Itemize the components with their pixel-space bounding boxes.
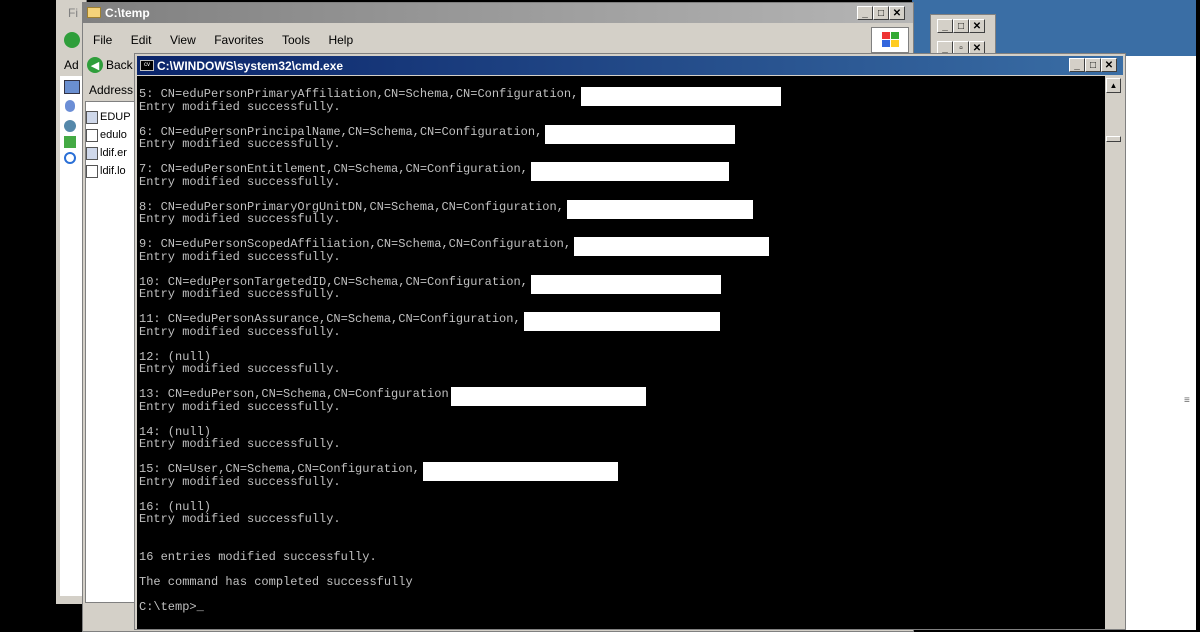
console-line: 16 entries modified successfully. <box>139 549 1105 564</box>
back-button[interactable]: ◀ Back <box>87 55 133 75</box>
windows-logo-icon <box>871 27 909 53</box>
desktop-right-panel <box>1126 56 1196 630</box>
console-line: Entry modified successfully. <box>139 174 1105 189</box>
close-button[interactable]: ✕ <box>889 6 905 20</box>
explorer-title: C:\temp <box>105 6 150 20</box>
file-icon <box>86 128 98 142</box>
network-icon <box>64 120 76 132</box>
menu-tools[interactable]: Tools <box>282 33 310 47</box>
console-line-text: Entry modified successfully. <box>139 362 341 376</box>
scroll-thumb[interactable] <box>1106 136 1121 142</box>
explorer-title-bar[interactable]: C:\temp _ □ ✕ <box>83 3 913 23</box>
folder-icon <box>87 7 101 18</box>
console-icon: cv <box>140 60 154 71</box>
console-line: Entry modified successfully. <box>139 138 1105 151</box>
right-gripper: ≡ <box>1184 395 1190 406</box>
console-line-text: The command has completed successfully <box>139 574 413 589</box>
console-line-text: Entry modified successfully. <box>139 174 341 189</box>
console-line: Entry modified successfully. <box>139 399 1105 414</box>
list-item[interactable]: edulo <box>86 126 136 144</box>
list-item[interactable]: ldif.lo <box>86 162 136 180</box>
console-line-text: Entry modified successfully. <box>139 474 341 489</box>
console-line: C:\temp>_ <box>139 599 1105 614</box>
menu-fragment: Fi <box>68 6 78 20</box>
console-line-text: Entry modified successfully. <box>139 212 341 226</box>
recycle-icon <box>64 136 76 148</box>
console-line: Entry modified successfully. <box>139 324 1105 339</box>
console-line: The command has completed successfully <box>139 574 1105 589</box>
desktop-right-edge <box>1196 0 1200 630</box>
cmd-title: C:\WINDOWS\system32\cmd.exe <box>157 59 344 73</box>
console-line-text: C:\temp>_ <box>139 599 204 614</box>
console-line: Entry modified successfully. <box>139 249 1105 264</box>
close-button[interactable]: ✕ <box>1101 58 1117 72</box>
menu-edit[interactable]: Edit <box>131 33 152 47</box>
menu-bar: File Edit View Favorites Tools Help <box>93 31 367 47</box>
console-line: Entry modified successfully. <box>139 363 1105 376</box>
console-line-text: Entry modified successfully. <box>139 512 341 526</box>
console-line-text: 16 entries modified successfully. <box>139 549 377 564</box>
folder-icon <box>64 80 80 94</box>
console-line-text: Entry modified successfully. <box>139 137 341 151</box>
menu-view[interactable]: View <box>170 33 196 47</box>
maximize-button[interactable]: □ <box>953 19 969 33</box>
console-line-text: Entry modified successfully. <box>139 324 341 339</box>
maximize-button[interactable]: □ <box>1085 58 1101 72</box>
console-output[interactable]: 5: CN=eduPersonPrimaryAffiliation,CN=Sch… <box>137 76 1105 629</box>
cmd-title-bar[interactable]: cv C:\WINDOWS\system32\cmd.exe _ □ ✕ <box>137 56 1123 75</box>
minimize-button[interactable]: _ <box>937 19 953 33</box>
console-line-text: Entry modified successfully. <box>139 249 341 264</box>
scroll-up-button[interactable]: ▲ <box>1106 78 1121 93</box>
vertical-scrollbar[interactable]: ▲ <box>1105 76 1123 629</box>
console-line: Entry modified successfully. <box>139 513 1105 526</box>
console-line: Entry modified successfully. <box>139 474 1105 489</box>
address-fragment: Ad <box>64 58 79 72</box>
console-line: Entry modified successfully. <box>139 213 1105 226</box>
console-line-text: Entry modified successfully. <box>139 399 341 414</box>
file-icon <box>86 146 98 160</box>
console-line: Entry modified successfully. <box>139 99 1105 114</box>
address-label: Address <box>89 83 134 97</box>
file-list-pane: EDUP edulo ldif.er ldif.lo <box>85 101 137 603</box>
cmd-window[interactable]: cv C:\WINDOWS\system32\cmd.exe _ □ ✕ 5: … <box>134 53 1126 630</box>
menu-file[interactable]: File <box>93 33 112 47</box>
console-line-text: Entry modified successfully. <box>139 437 341 451</box>
background-window-small[interactable]: _ □ ✕ _ ▫ ✕ <box>930 14 996 58</box>
menu-favorites[interactable]: Favorites <box>214 33 263 47</box>
back-label: Back <box>106 58 133 72</box>
file-icon <box>86 164 98 178</box>
back-icon[interactable] <box>64 32 80 48</box>
user-icon <box>65 100 75 112</box>
minimize-button[interactable]: _ <box>857 6 873 20</box>
back-arrow-icon: ◀ <box>87 57 103 73</box>
file-icon <box>86 110 98 124</box>
sidebar-panel <box>60 76 82 596</box>
console-line: Entry modified successfully. <box>139 438 1105 451</box>
minimize-button[interactable]: _ <box>1069 58 1085 72</box>
maximize-button[interactable]: □ <box>873 6 889 20</box>
list-item[interactable]: ldif.er <box>86 144 136 162</box>
console-line-text: Entry modified successfully. <box>139 287 341 301</box>
console-line: Entry modified successfully. <box>139 288 1105 301</box>
list-item[interactable]: EDUP <box>86 108 136 126</box>
ie-icon <box>64 152 76 164</box>
menu-help[interactable]: Help <box>328 33 353 47</box>
close-button[interactable]: ✕ <box>969 19 985 33</box>
console-line-text: Entry modified successfully. <box>139 99 341 114</box>
